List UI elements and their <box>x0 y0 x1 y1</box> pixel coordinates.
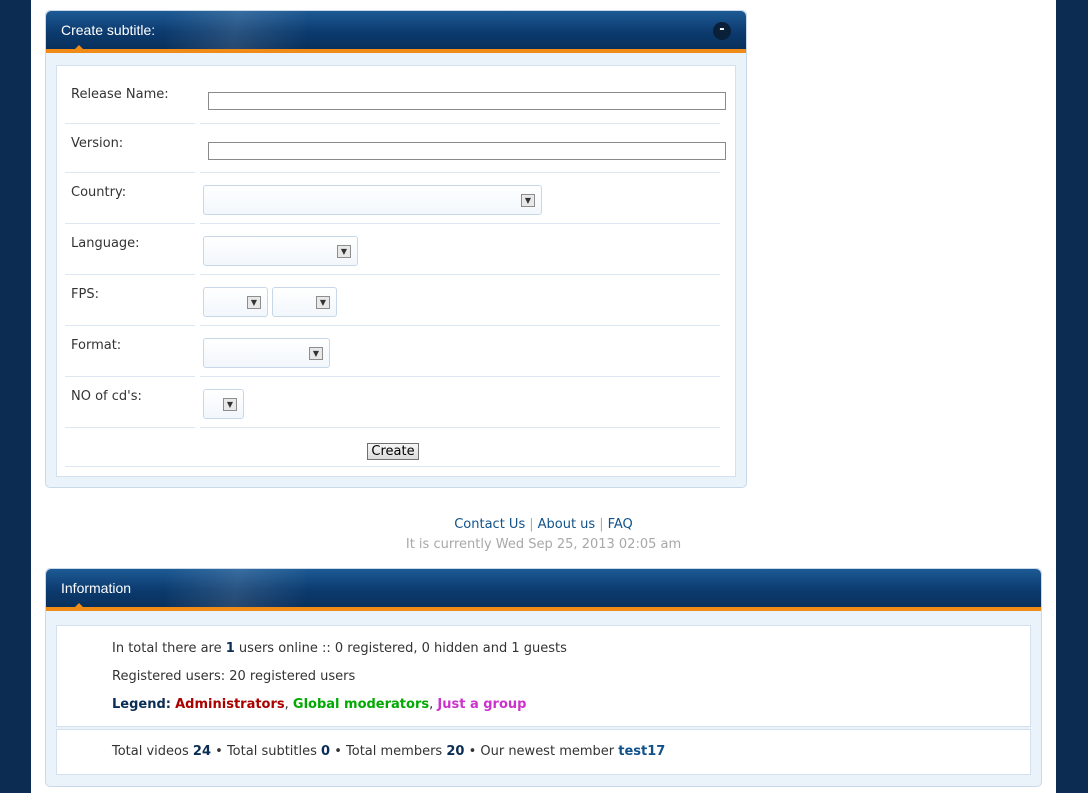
contact-us-link[interactable]: Contact Us <box>454 517 525 532</box>
chevron-down-icon: ▼ <box>337 245 351 258</box>
information-panel: Information In total there are 1 users o… <box>45 568 1042 787</box>
chevron-down-icon: ▼ <box>247 296 261 309</box>
fps-select-2[interactable]: ▼ <box>272 287 337 317</box>
current-time: It is currently Wed Sep 25, 2013 02:05 a… <box>405 537 682 552</box>
stats-block: Total videos 24 • Total subtitles 0 • To… <box>56 729 1031 775</box>
online-block: In total there are 1 users online :: 0 r… <box>56 625 1031 727</box>
format-label: Format: <box>71 338 122 353</box>
faq-link[interactable]: FAQ <box>608 517 633 532</box>
form-row-fps: FPS: ▼ ▼ <box>65 275 720 326</box>
form-row-release-name: Release Name: <box>65 66 726 124</box>
legend-administrators[interactable]: Administrators <box>175 697 285 712</box>
country-select[interactable]: ▼ <box>203 185 542 215</box>
create-subtitle-form: Release Name: Version: Country: ▼ Langua… <box>56 65 736 477</box>
panel-title: Create subtitle: <box>61 22 156 38</box>
legend-just-a-group[interactable]: Just a group <box>437 697 526 712</box>
registered-users-text: Registered users: 20 registered users <box>112 669 356 684</box>
version-label: Version: <box>71 136 124 151</box>
create-button[interactable]: Create <box>367 443 419 460</box>
create-subtitle-header: Create subtitle: - <box>46 11 746 53</box>
collapse-button[interactable]: - <box>713 22 731 40</box>
total-members: 20 <box>446 744 465 759</box>
language-select[interactable]: ▼ <box>203 236 358 266</box>
newest-member-link[interactable]: test17 <box>618 744 665 759</box>
chevron-down-icon: ▼ <box>521 194 535 207</box>
page-content: Create subtitle: - Release Name: Version… <box>31 0 1056 793</box>
country-label: Country: <box>71 185 127 200</box>
link-separator: | <box>529 517 534 532</box>
information-header: Information <box>46 569 1041 611</box>
form-row-format: Format: ▼ <box>65 326 720 377</box>
form-bottom-separator <box>65 466 720 467</box>
cds-label: NO of cd's: <box>71 389 142 404</box>
form-row-version: Version: <box>65 124 726 173</box>
form-row-language: Language: ▼ <box>65 224 720 275</box>
legend-global-moderators[interactable]: Global moderators <box>293 697 429 712</box>
footer-links: Contact Us | About us | FAQ <box>31 517 1056 532</box>
about-us-link[interactable]: About us <box>538 517 596 532</box>
form-row-country: Country: ▼ <box>65 173 720 224</box>
chevron-down-icon: ▼ <box>223 398 237 411</box>
create-subtitle-panel: Create subtitle: - Release Name: Version… <box>45 10 747 488</box>
version-input[interactable] <box>208 142 726 160</box>
statistics-text: Total videos 24 • Total subtitles 0 • To… <box>112 744 666 759</box>
release-name-label: Release Name: <box>71 87 169 102</box>
chevron-down-icon: ▼ <box>316 296 330 309</box>
online-count: 1 <box>225 641 235 656</box>
fps-label: FPS: <box>71 287 99 302</box>
fps-select-1[interactable]: ▼ <box>203 287 268 317</box>
total-subtitles: 0 <box>321 744 331 759</box>
total-videos: 24 <box>192 744 212 759</box>
online-users-text: In total there are 1 users online :: 0 r… <box>112 641 567 656</box>
format-select[interactable]: ▼ <box>203 338 330 368</box>
form-row-cds: NO of cd's: ▼ <box>65 377 720 428</box>
link-separator: | <box>599 517 604 532</box>
legend-label: Legend: <box>112 697 171 712</box>
chevron-down-icon: ▼ <box>309 347 323 360</box>
panel-title: Information <box>61 580 132 596</box>
language-label: Language: <box>71 236 140 251</box>
legend: Legend: Administrators, Global moderator… <box>112 697 527 712</box>
cds-select[interactable]: ▼ <box>203 389 244 419</box>
release-name-input[interactable] <box>208 92 726 110</box>
